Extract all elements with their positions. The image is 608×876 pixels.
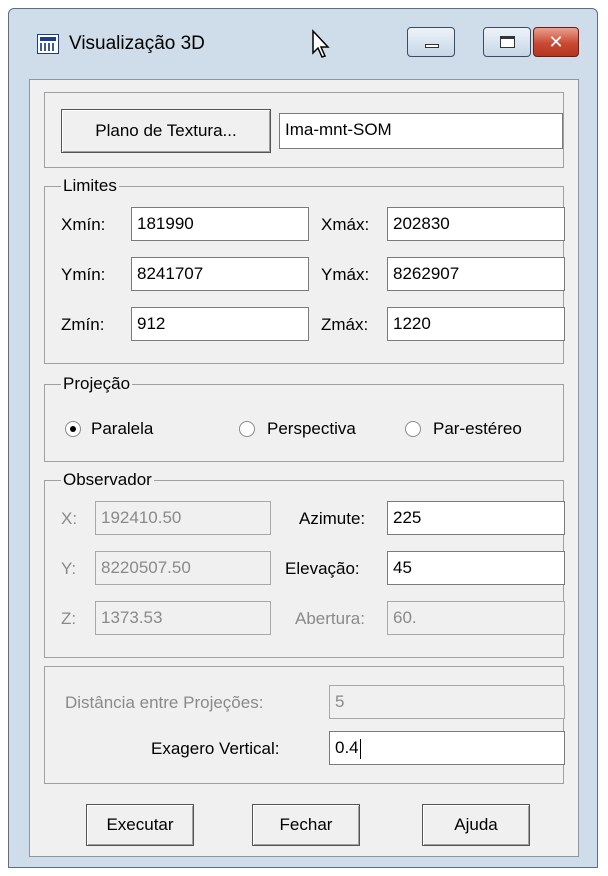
xmax-label: Xmáx: xyxy=(321,215,370,234)
observer-legend: Observador xyxy=(61,470,154,490)
azimute-label: Azimute: xyxy=(299,509,366,528)
exagero-field[interactable]: 0.4 xyxy=(329,731,565,765)
close-icon: ✕ xyxy=(548,32,564,52)
window-title: Visualização 3D xyxy=(69,33,205,54)
abertura-field: 60. xyxy=(387,601,565,635)
radio-paralela-circle[interactable] xyxy=(65,421,81,437)
projection-group: Projeção Paralela Perspectiva Par-estére… xyxy=(44,374,564,462)
radio-perspectiva-circle[interactable] xyxy=(239,421,255,437)
observer-group: Observador X: 192410.50 Azimute: 225 Y: … xyxy=(44,470,565,658)
observer-y-field: 8220507.50 xyxy=(95,551,271,585)
xmax-field[interactable]: 202830 xyxy=(387,207,565,241)
observer-z-label: Z: xyxy=(61,609,77,628)
exagero-value: 0.4 xyxy=(335,738,359,757)
azimute-field[interactable]: 225 xyxy=(387,501,565,535)
projection-legend: Projeção xyxy=(61,374,133,394)
elevacao-field[interactable]: 45 xyxy=(387,551,565,585)
abertura-label: Abertura: xyxy=(295,609,365,628)
radio-paralela-label[interactable]: Paralela xyxy=(91,419,153,439)
ymax-label: Ymáx: xyxy=(321,265,370,284)
dialog-window: Visualização 3D ✕ Plano de Textura... Im… xyxy=(8,8,598,868)
ymax-field[interactable]: 8262907 xyxy=(387,257,565,291)
radio-perspectiva-label[interactable]: Perspectiva xyxy=(267,419,356,439)
radio-par-estereo-label[interactable]: Par-estéreo xyxy=(433,419,522,439)
xmin-label: Xmín: xyxy=(61,215,106,234)
texture-group: Plano de Textura... Ima-mnt-SOM xyxy=(44,92,564,168)
xmin-field[interactable]: 181990 xyxy=(131,207,309,241)
texture-file-field[interactable]: Ima-mnt-SOM xyxy=(279,113,563,149)
zmax-field[interactable]: 1220 xyxy=(387,307,565,341)
mouse-pointer-icon xyxy=(312,29,330,58)
observer-x-label: X: xyxy=(61,509,78,528)
distancia-label: Distância entre Projeções: xyxy=(65,693,264,712)
executar-button[interactable]: Executar xyxy=(86,804,194,846)
texture-plane-button[interactable]: Plano de Textura... xyxy=(61,109,271,153)
radio-selected-dot xyxy=(70,426,76,432)
fechar-button[interactable]: Fechar xyxy=(252,804,360,846)
maximize-icon xyxy=(500,36,515,48)
observer-y-label: Y: xyxy=(61,559,77,578)
ajuda-button[interactable]: Ajuda xyxy=(422,804,530,846)
app-grid-icon xyxy=(37,34,59,54)
distancia-field: 5 xyxy=(329,685,565,719)
zmin-label: Zmín: xyxy=(61,315,105,334)
zmax-label: Zmáx: xyxy=(321,315,369,334)
ymin-label: Ymín: xyxy=(61,265,106,284)
vertical-exaggeration-group: Distância entre Projeções: 5 Exagero Ver… xyxy=(44,666,565,784)
ymin-field[interactable]: 8241707 xyxy=(131,257,309,291)
text-caret xyxy=(359,738,361,759)
dialog-client: Plano de Textura... Ima-mnt-SOM Limites … xyxy=(29,79,579,857)
limits-group: Limites Xmín: 181990 Xmáx: 202830 Ymín: … xyxy=(44,176,565,364)
observer-z-field: 1373.53 xyxy=(95,601,271,635)
exagero-label: Exagero Vertical: xyxy=(151,739,280,758)
radio-par-estereo-circle[interactable] xyxy=(405,421,421,437)
close-button[interactable]: ✕ xyxy=(533,27,579,57)
title-bar[interactable]: Visualização 3D ✕ xyxy=(9,9,597,75)
observer-x-field: 192410.50 xyxy=(95,501,271,535)
minimize-button[interactable] xyxy=(407,27,455,57)
minimize-icon xyxy=(425,44,439,48)
elevacao-label: Elevação: xyxy=(285,559,360,578)
zmin-field[interactable]: 912 xyxy=(131,307,309,341)
maximize-button[interactable] xyxy=(483,27,531,57)
limits-legend: Limites xyxy=(61,176,119,196)
